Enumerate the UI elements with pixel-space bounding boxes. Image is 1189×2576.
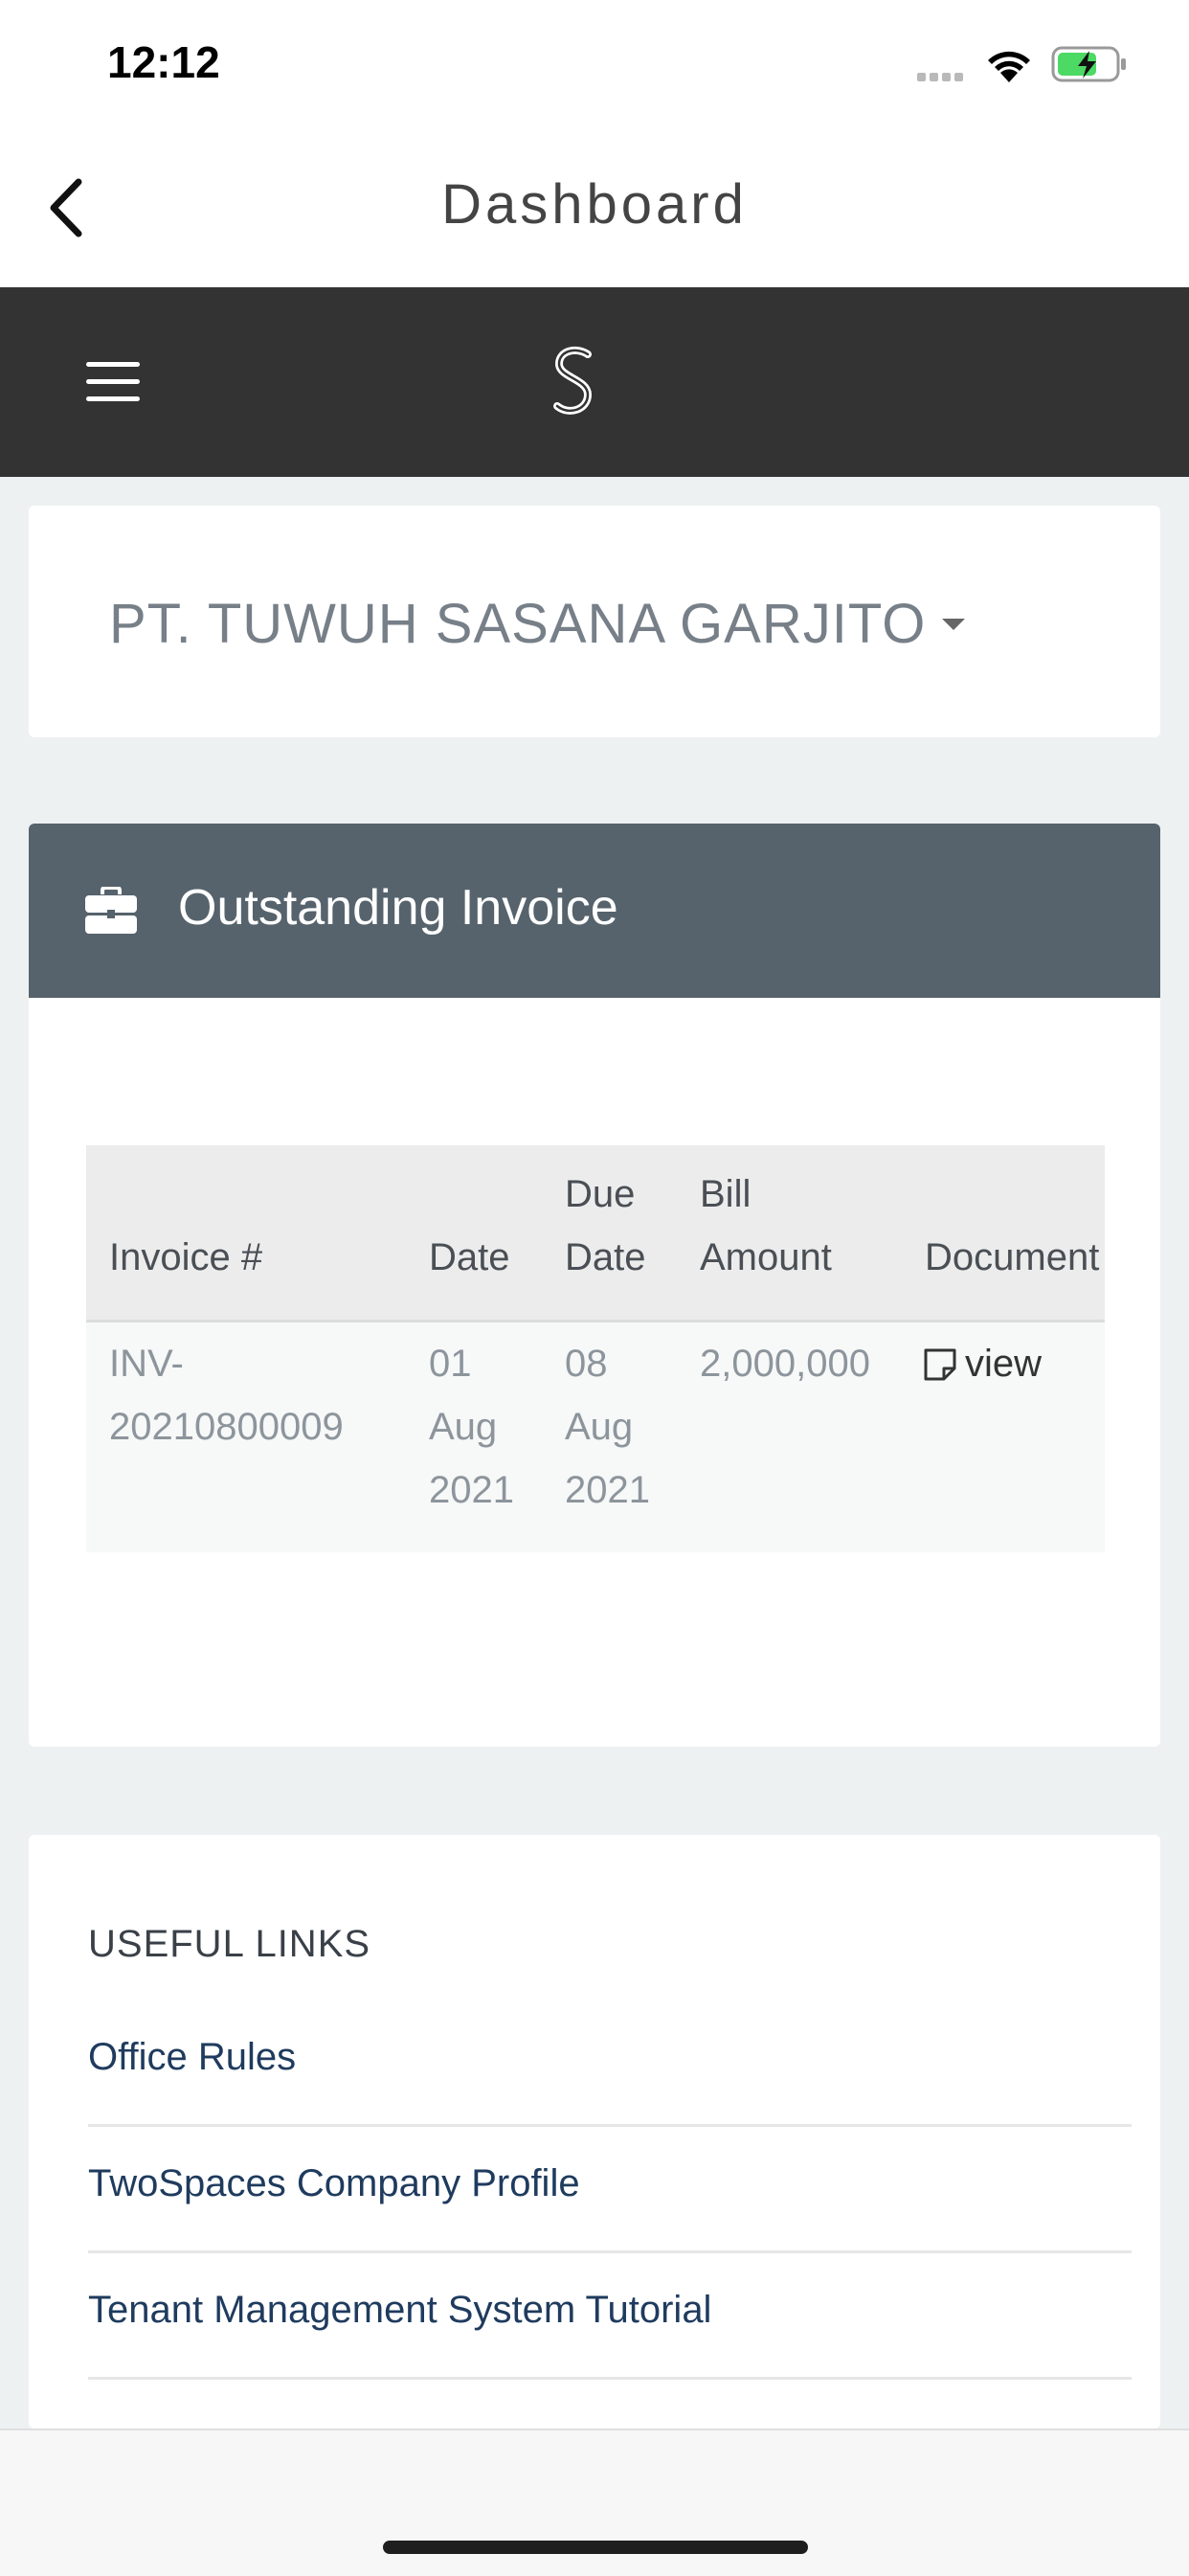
outstanding-invoice-card: Outstanding Invoice Invoice # Date Due D…	[29, 824, 1160, 1747]
company-card: PT. TUWUH SASANA GARJITO	[29, 506, 1160, 737]
cell-date: 01 Aug 2021	[429, 1343, 514, 1511]
divider	[88, 2250, 1132, 2253]
divider	[88, 2377, 1132, 2380]
hamburger-menu-icon[interactable]	[86, 362, 140, 404]
wifi-icon	[982, 44, 1036, 89]
s-logo-icon[interactable]	[548, 345, 601, 426]
company-selector[interactable]: PT. TUWUH SASANA GARJITO	[109, 592, 926, 656]
useful-links-card: USEFUL LINKS Office Rules TwoSpaces Comp…	[29, 1835, 1160, 2429]
link-tms-tutorial[interactable]: Tenant Management System Tutorial	[88, 2289, 1132, 2332]
cell-due-date: 08 Aug 2021	[565, 1343, 650, 1511]
signal-dots-icon	[917, 69, 967, 86]
caret-down-icon[interactable]	[942, 619, 965, 630]
view-document-label: view	[965, 1343, 1043, 1385]
cell-bill-amount: 2,000,000	[700, 1343, 870, 1385]
column-header-due-date: Due Date	[565, 1173, 646, 1278]
table-row: INV- 20210800009 01 Aug 2021 08 Aug 2021…	[86, 1322, 1105, 1552]
useful-links-title: USEFUL LINKS	[88, 1923, 371, 1965]
divider	[88, 2124, 1132, 2127]
status-bar: 12:12	[0, 0, 1189, 124]
link-office-rules[interactable]: Office Rules	[88, 2036, 1132, 2079]
column-header-bill-amount: Bill Amount	[700, 1173, 832, 1278]
table-header: Invoice # Date Due Date Bill Amount Docu…	[86, 1145, 1105, 1322]
view-document-link[interactable]: view	[923, 1332, 1042, 1395]
page-title: Dashboard	[441, 173, 748, 236]
battery-charging-icon	[1051, 46, 1128, 89]
invoice-card-header: Outstanding Invoice	[29, 824, 1160, 998]
app-header	[0, 287, 1189, 477]
home-indicator[interactable]	[383, 2541, 808, 2554]
note-icon	[924, 1348, 956, 1381]
cell-invoice-number: INV- 20210800009	[109, 1343, 344, 1448]
briefcase-icon	[84, 886, 138, 939]
navigation-bar: Dashboard	[0, 124, 1189, 287]
bottom-bar	[0, 2429, 1189, 2576]
status-time: 12:12	[107, 37, 220, 87]
invoice-card-title: Outstanding Invoice	[178, 880, 618, 936]
link-company-profile[interactable]: TwoSpaces Company Profile	[88, 2162, 1132, 2205]
